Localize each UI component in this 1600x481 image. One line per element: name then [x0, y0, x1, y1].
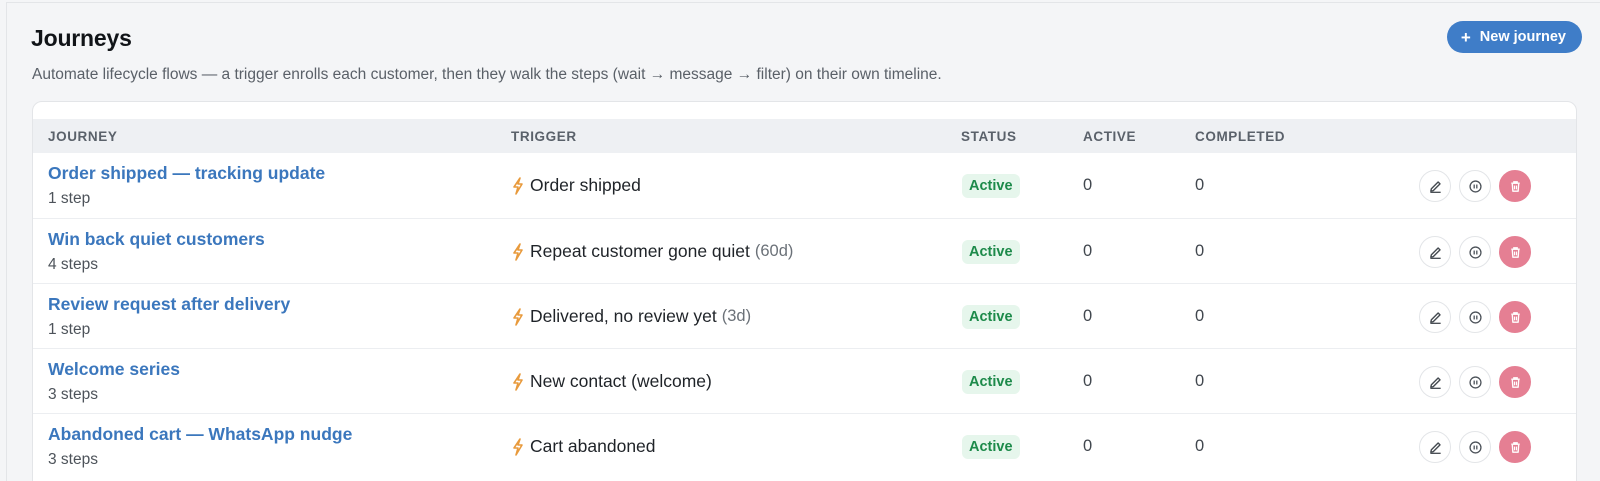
page-title: Journeys	[31, 25, 132, 51]
active-count: 0	[1083, 307, 1093, 325]
trigger-label: Repeat customer gone quiet	[530, 241, 750, 261]
pencil-icon	[1429, 311, 1441, 324]
trash-icon	[1510, 441, 1520, 453]
trash-icon	[1510, 376, 1520, 388]
pencil-icon	[1429, 246, 1441, 259]
pause-button[interactable]	[1459, 301, 1491, 333]
column-header-status: STATUS	[961, 129, 1017, 144]
journey-step-count: 4 steps	[48, 256, 98, 273]
new-journey-button[interactable]: + New journey	[1446, 21, 1582, 53]
active-count: 0	[1083, 372, 1093, 390]
delete-button[interactable]	[1499, 170, 1531, 202]
trigger-qualifier: (60d)	[754, 242, 794, 260]
active-count: 0	[1083, 437, 1093, 455]
journey-trigger: Delivered, no review yet (3d)	[511, 306, 751, 327]
trigger-label: New contact (welcome)	[530, 371, 712, 391]
edit-button[interactable]	[1419, 301, 1451, 333]
status-badge: Active	[962, 305, 1020, 329]
table-row: Order shipped — tracking update 1 step O…	[33, 153, 1576, 218]
plus-icon: +	[1460, 27, 1471, 47]
journey-step-count: 1 step	[48, 190, 91, 207]
journey-step-count: 1 step	[48, 321, 91, 338]
pencil-icon	[1429, 376, 1441, 389]
trigger-label: Order shipped	[530, 175, 641, 195]
journey-trigger: New contact (welcome)	[511, 371, 717, 392]
status-badge: Active	[962, 240, 1020, 264]
journeys-table: JOURNEY TRIGGER STATUS ACTIVE COMPLETED …	[32, 101, 1577, 481]
edit-button[interactable]	[1419, 236, 1451, 268]
pause-button[interactable]	[1459, 170, 1491, 202]
table-row: Review request after delivery 1 step Del…	[33, 283, 1576, 348]
journeys-page: Journeys Automate lifecycle flows — a tr…	[6, 2, 1600, 481]
lightning-icon	[513, 372, 523, 391]
column-header-journey: JOURNEY	[48, 129, 118, 144]
edit-button[interactable]	[1419, 170, 1451, 202]
table-row: Welcome series 3 steps New contact (welc…	[33, 348, 1576, 413]
pencil-icon	[1429, 441, 1441, 454]
lightning-icon	[513, 176, 523, 195]
completed-count: 0	[1195, 176, 1205, 194]
page-subtitle: Automate lifecycle flows — a trigger enr…	[32, 66, 942, 83]
status-badge: Active	[962, 370, 1020, 394]
pause-icon	[1468, 179, 1482, 193]
pause-button[interactable]	[1459, 366, 1491, 398]
journey-name-link[interactable]: Order shipped — tracking update	[48, 163, 325, 184]
status-badge: Active	[962, 435, 1020, 459]
column-header-trigger: TRIGGER	[511, 129, 577, 144]
journey-step-count: 3 steps	[48, 451, 98, 468]
pause-button[interactable]	[1459, 236, 1491, 268]
completed-count: 0	[1195, 372, 1205, 390]
trash-icon	[1510, 180, 1520, 192]
pause-button[interactable]	[1459, 431, 1491, 463]
column-header-completed: COMPLETED	[1195, 129, 1286, 144]
completed-count: 0	[1195, 307, 1205, 325]
delete-button[interactable]	[1499, 301, 1531, 333]
lightning-icon	[513, 437, 523, 456]
pause-icon	[1468, 375, 1482, 389]
pause-icon	[1468, 440, 1482, 454]
journey-trigger: Order shipped	[511, 175, 646, 196]
completed-count: 0	[1195, 242, 1205, 260]
trigger-qualifier: (3d)	[721, 307, 752, 325]
column-header-active: ACTIVE	[1083, 129, 1137, 144]
edit-button[interactable]	[1419, 366, 1451, 398]
edit-button[interactable]	[1419, 431, 1451, 463]
trigger-label: Cart abandoned	[530, 436, 656, 456]
active-count: 0	[1083, 176, 1093, 194]
journey-name-link[interactable]: Welcome series	[48, 359, 180, 380]
journey-name-link[interactable]: Win back quiet customers	[48, 229, 265, 250]
trigger-label: Delivered, no review yet	[530, 306, 717, 326]
table-row: Win back quiet customers 4 steps Repeat …	[33, 218, 1576, 283]
delete-button[interactable]	[1499, 236, 1531, 268]
trash-icon	[1510, 246, 1520, 258]
active-count: 0	[1083, 242, 1093, 260]
delete-button[interactable]	[1499, 366, 1531, 398]
lightning-icon	[513, 242, 523, 261]
delete-button[interactable]	[1499, 431, 1531, 463]
lightning-icon	[513, 307, 523, 326]
journey-step-count: 3 steps	[48, 386, 98, 403]
table-row: Abandoned cart — WhatsApp nudge 3 steps …	[33, 413, 1576, 478]
journey-name-link[interactable]: Abandoned cart — WhatsApp nudge	[48, 424, 352, 445]
pencil-icon	[1429, 180, 1441, 193]
new-journey-label: New journey	[1479, 29, 1566, 45]
pause-icon	[1468, 245, 1482, 259]
journey-name-link[interactable]: Review request after delivery	[48, 294, 290, 315]
journey-trigger: Repeat customer gone quiet (60d)	[511, 241, 793, 262]
table-header: JOURNEY TRIGGER STATUS ACTIVE COMPLETED	[33, 119, 1576, 153]
trash-icon	[1510, 311, 1520, 323]
journey-trigger: Cart abandoned	[511, 436, 661, 457]
status-badge: Active	[962, 174, 1020, 198]
completed-count: 0	[1195, 437, 1205, 455]
pause-icon	[1468, 310, 1482, 324]
